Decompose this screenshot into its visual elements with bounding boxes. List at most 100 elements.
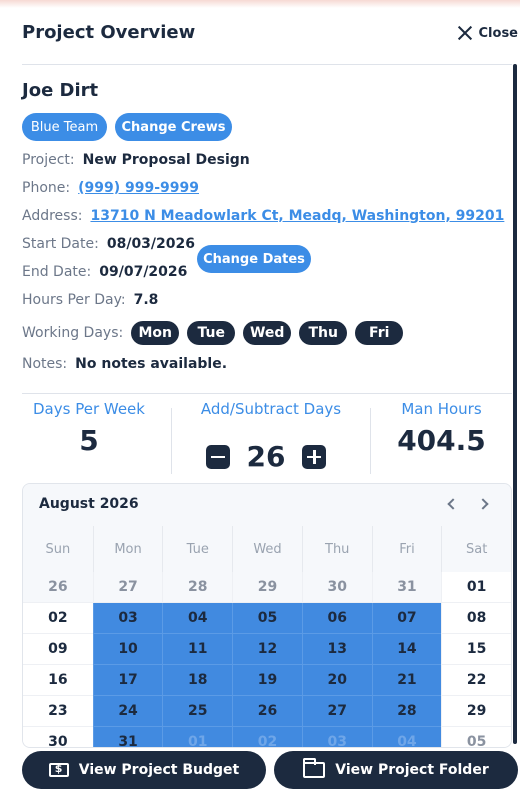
decrement-button[interactable] (206, 444, 230, 469)
calendar-day-selected[interactable]: 20 (301, 665, 372, 696)
calendar-day-selected[interactable]: 12 (232, 634, 302, 665)
close-button[interactable]: Close (457, 25, 518, 41)
stats-bar: Days Per Week 5 Add/Subtract Days 26 Man… (22, 400, 512, 480)
calendar-day[interactable]: 29 (441, 696, 511, 727)
weekday-wed: Wed (232, 526, 302, 572)
start-date-label: Start Date: (22, 236, 99, 252)
project-row: Project: New Proposal Design (22, 152, 250, 168)
working-days-row: Working Days: Mon Tue Wed Thu Fri (22, 321, 411, 345)
calendar-day-selected[interactable]: 31 (92, 727, 163, 747)
calendar-day-selected[interactable]: 19 (232, 665, 302, 696)
close-icon (457, 25, 473, 41)
scrollbar[interactable] (513, 64, 517, 744)
calendar-day[interactable]: 29 (232, 572, 302, 603)
working-days-label: Working Days: (22, 325, 124, 341)
calendar-day-selected[interactable]: 18 (162, 665, 233, 696)
phone-row: Phone: (999) 999-9999 (22, 180, 199, 196)
view-project-budget-button[interactable]: View Project Budget (22, 751, 266, 789)
footer-actions: View Project Budget View Project Folder (0, 748, 520, 794)
calendar-day-selected[interactable]: 03 (301, 727, 372, 747)
calendar-day-selected[interactable]: 04 (371, 727, 442, 747)
panel-header: Project Overview Close (22, 22, 520, 50)
calendar-month-title: August 2026 (39, 496, 139, 512)
calendar-day[interactable]: 27 (92, 572, 163, 603)
working-day-wed: Wed (243, 321, 292, 345)
calendar-day-selected[interactable]: 17 (92, 665, 163, 696)
calendar-day-selected[interactable]: 04 (162, 603, 233, 634)
calendar-day[interactable]: 08 (441, 603, 511, 634)
calendar-week: 16 17 18 19 20 21 22 (23, 665, 511, 696)
calendar-day-selected[interactable]: 21 (371, 665, 442, 696)
phone-link[interactable]: (999) 999-9999 (78, 180, 199, 196)
man-hours-value: 404.5 (397, 424, 486, 457)
calendar-day-selected[interactable]: 06 (301, 603, 372, 634)
scrollbar-thumb[interactable] (513, 64, 517, 744)
phone-label: Phone: (22, 180, 71, 196)
calendar-day-selected[interactable]: 24 (92, 696, 163, 727)
close-label: Close (478, 25, 518, 41)
calendar-week: 23 24 25 26 27 28 29 (23, 696, 511, 727)
project-label: Project: (22, 152, 75, 168)
man-hours-stat: Man Hours 404.5 (371, 400, 512, 457)
calendar-day[interactable]: 22 (441, 665, 511, 696)
increment-button[interactable] (302, 444, 326, 469)
view-project-folder-button[interactable]: View Project Folder (274, 751, 518, 789)
calendar-prev-button[interactable] (444, 497, 459, 511)
calendar-day[interactable]: 16 (23, 665, 93, 696)
working-day-thu: Thu (299, 321, 348, 345)
calendar-day-selected[interactable]: 11 (162, 634, 233, 665)
address-label: Address: (22, 208, 83, 224)
calendar-day[interactable]: 02 (23, 603, 93, 634)
hours-value: 7.8 (133, 292, 159, 308)
address-link[interactable]: 13710 N Meadowlark Ct, Meadq, Washington… (90, 208, 504, 224)
notes-row: Notes: No notes available. (22, 356, 227, 372)
calendar: August 2026 Sun Mon Tue Wed Thu Fri Sat … (22, 483, 512, 748)
calendar-header: August 2026 (23, 484, 511, 526)
calendar-day-selected[interactable]: 10 (92, 634, 163, 665)
top-edge (0, 0, 520, 8)
calendar-day[interactable]: 31 (371, 572, 442, 603)
calendar-day[interactable]: 26 (23, 572, 93, 603)
calendar-day-selected[interactable]: 25 (162, 696, 233, 727)
calendar-day[interactable]: 23 (23, 696, 93, 727)
hours-label: Hours Per Day: (22, 292, 126, 308)
calendar-day-selected[interactable]: 07 (371, 603, 442, 634)
end-date-label: End Date: (22, 264, 92, 280)
calendar-day[interactable]: 30 (301, 572, 372, 603)
calendar-day-selected[interactable]: 13 (301, 634, 372, 665)
chevron-left-icon (447, 498, 459, 510)
start-date-value: 08/03/2026 (106, 236, 195, 252)
calendar-day[interactable]: 01 (441, 572, 511, 603)
weekday-sat: Sat (441, 526, 511, 572)
calendar-day-selected[interactable]: 02 (232, 727, 302, 747)
change-crews-button[interactable]: Change Crews (115, 113, 232, 141)
calendar-day-selected[interactable]: 27 (301, 696, 372, 727)
weekday-thu: Thu (301, 526, 372, 572)
calendar-week: 26 27 28 29 30 31 01 (23, 572, 511, 603)
calendar-day-selected[interactable]: 05 (232, 603, 302, 634)
calendar-day-selected[interactable]: 14 (371, 634, 442, 665)
calendar-day[interactable]: 05 (441, 727, 511, 747)
calendar-day-selected[interactable]: 28 (371, 696, 442, 727)
calendar-day-selected[interactable]: 01 (162, 727, 233, 747)
team-badge[interactable]: Blue Team (22, 113, 107, 141)
calendar-next-button[interactable] (477, 497, 492, 511)
weekday-tue: Tue (162, 526, 232, 572)
calendar-day[interactable]: 30 (23, 727, 93, 747)
calendar-day[interactable]: 28 (162, 572, 233, 603)
days-per-week-stat: Days Per Week 5 (22, 400, 156, 457)
working-day-mon: Mon (131, 321, 180, 345)
contact-name: Joe Dirt (22, 80, 99, 101)
calendar-day-selected[interactable]: 03 (92, 603, 163, 634)
weekday-sun: Sun (45, 541, 71, 557)
calendar-week: 30 31 01 02 03 04 05 (23, 727, 511, 747)
add-subtract-value: 26 (246, 440, 286, 473)
calendar-day[interactable]: 15 (441, 634, 511, 665)
notes-label: Notes: (22, 356, 68, 372)
change-dates-button[interactable]: Change Dates (197, 245, 311, 273)
calendar-day-selected[interactable]: 26 (232, 696, 302, 727)
days-stepper: 26 (206, 440, 326, 473)
end-date-row: End Date: 09/07/2026 (22, 264, 187, 280)
weekday-fri: Fri (371, 526, 442, 572)
calendar-day[interactable]: 09 (23, 634, 93, 665)
